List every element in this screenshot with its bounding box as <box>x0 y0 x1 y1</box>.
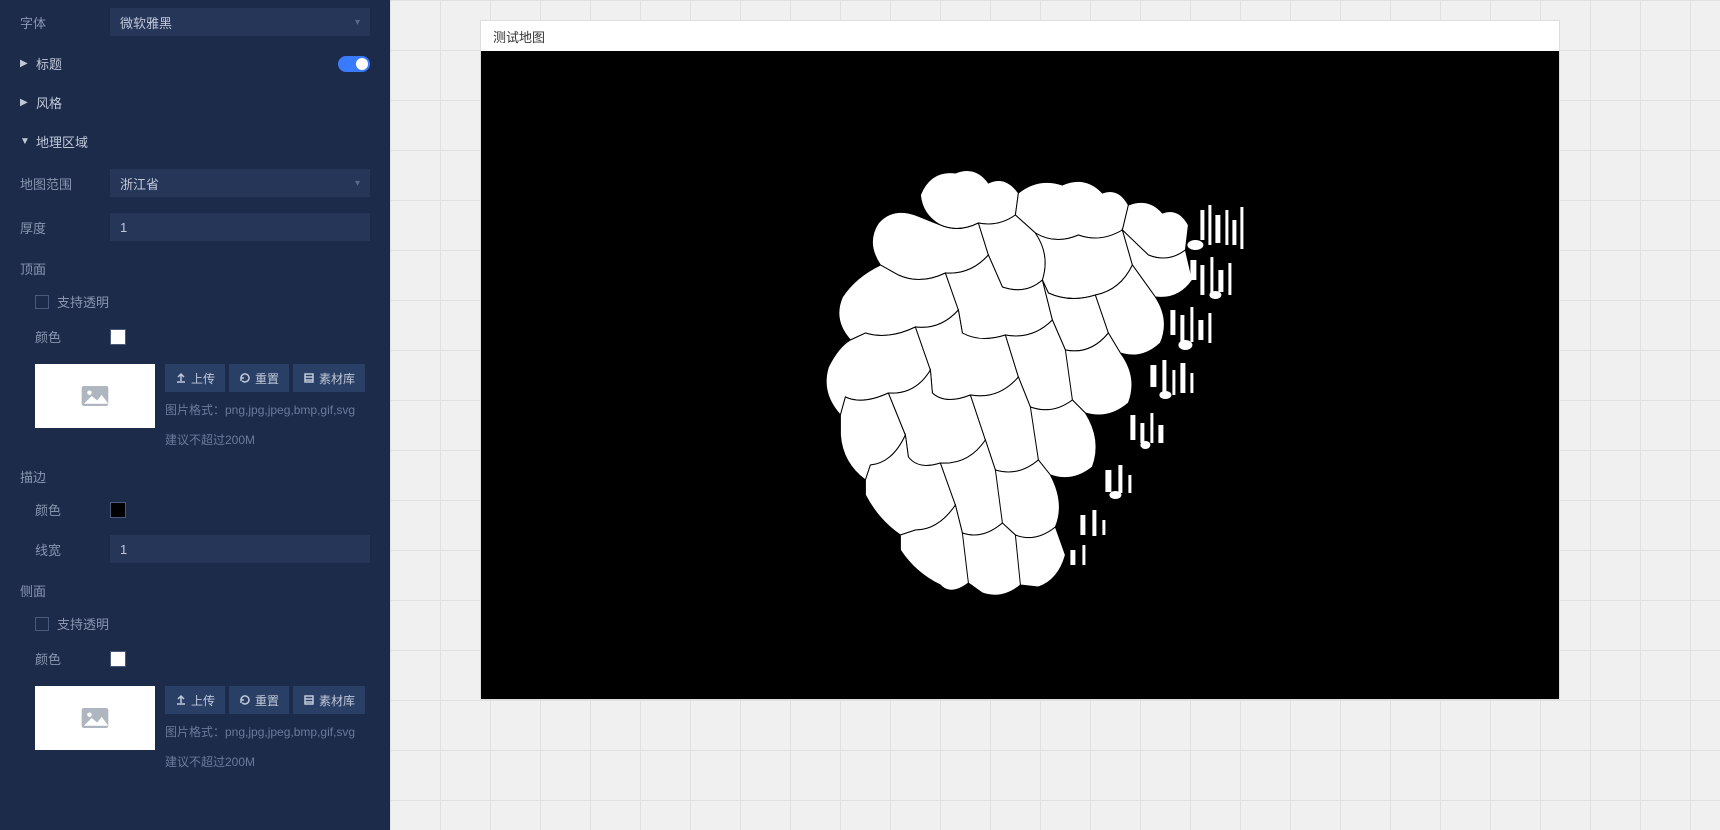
side-color-row: 颜色 <box>20 641 370 676</box>
side-transparent-checkbox[interactable] <box>35 617 49 631</box>
line-width-row: 线宽 <box>20 527 370 571</box>
reset-btn-label: 重置 <box>255 370 279 387</box>
stroke-color-swatch[interactable] <box>110 502 126 518</box>
library-icon <box>303 372 315 384</box>
side-hint1: 图片格式：png,jpg,jpeg,bmp,gif,svg <box>165 714 370 744</box>
top-face-label: 顶面 <box>20 249 370 284</box>
upload-btn-label: 上传 <box>191 692 215 709</box>
font-row: 字体 微软雅黑 ▾ <box>20 0 370 44</box>
triangle-down-icon: ▼ <box>20 136 36 147</box>
upload-btn-label: 上传 <box>191 370 215 387</box>
font-label: 字体 <box>20 13 110 32</box>
top-upload-right: 上传 重置 素材库 图片格式：png,jpg,jpeg,bmp,gif,svg … <box>165 364 370 451</box>
map-panel[interactable]: 测试地图 <box>480 20 1560 700</box>
map-title: 测试地图 <box>481 21 1559 51</box>
thickness-row: 厚度 <box>20 205 370 249</box>
geo-section-label: 地理区域 <box>36 132 370 151</box>
library-icon <box>303 694 315 706</box>
side-btn-row: 上传 重置 素材库 <box>165 686 370 714</box>
map-range-select[interactable]: 浙江省 ▾ <box>110 169 370 197</box>
zhejiang-map-icon <box>770 115 1290 635</box>
side-transparent-label: 支持透明 <box>57 614 109 633</box>
top-upload-button[interactable]: 上传 <box>165 364 225 392</box>
map-range-row: 地图范围 浙江省 ▾ <box>20 161 370 205</box>
side-transparent-row: 支持透明 <box>20 606 370 641</box>
top-library-button[interactable]: 素材库 <box>293 364 365 392</box>
font-value: 微软雅黑 <box>120 13 172 32</box>
top-reset-button[interactable]: 重置 <box>229 364 289 392</box>
stroke-section-label: 描边 <box>20 457 370 492</box>
chevron-down-icon: ▾ <box>355 17 360 28</box>
image-placeholder-icon <box>81 386 109 406</box>
side-color-label: 颜色 <box>20 649 110 668</box>
top-color-label: 颜色 <box>20 327 110 346</box>
thickness-input[interactable] <box>110 213 370 241</box>
font-select[interactable]: 微软雅黑 ▾ <box>110 8 370 36</box>
side-upload-block: 上传 重置 素材库 图片格式：png,jpg,jpeg,bmp,gif,svg … <box>20 676 370 779</box>
geo-section-header[interactable]: ▼ 地理区域 <box>20 122 370 161</box>
stroke-color-row: 颜色 <box>20 492 370 527</box>
chevron-down-icon: ▾ <box>355 178 360 189</box>
top-color-row: 颜色 <box>20 319 370 354</box>
top-upload-block: 上传 重置 素材库 图片格式：png,jpg,jpeg,bmp,gif,svg … <box>20 354 370 457</box>
library-btn-label: 素材库 <box>319 692 355 709</box>
top-transparent-label: 支持透明 <box>57 292 109 311</box>
line-width-input[interactable] <box>110 535 370 563</box>
reset-btn-label: 重置 <box>255 692 279 709</box>
map-body <box>481 51 1559 699</box>
top-color-swatch[interactable] <box>110 329 126 345</box>
line-width-label: 线宽 <box>20 540 110 559</box>
canvas-area[interactable]: 测试地图 <box>390 0 1720 830</box>
side-upload-right: 上传 重置 素材库 图片格式：png,jpg,jpeg,bmp,gif,svg … <box>165 686 370 773</box>
property-sidebar: 字体 微软雅黑 ▾ ▶ 标题 ▶ 风格 ▼ 地理区域 地图范围 浙江省 ▾ 厚度… <box>0 0 390 830</box>
style-section-label: 风格 <box>36 93 370 112</box>
thickness-label: 厚度 <box>20 218 110 237</box>
side-library-button[interactable]: 素材库 <box>293 686 365 714</box>
side-hint2: 建议不超过200M <box>165 744 370 774</box>
style-section-header[interactable]: ▶ 风格 <box>20 83 370 122</box>
map-range-label: 地图范围 <box>20 174 110 193</box>
top-btn-row: 上传 重置 素材库 <box>165 364 370 392</box>
top-transparent-row: 支持透明 <box>20 284 370 319</box>
image-placeholder-icon <box>81 708 109 728</box>
triangle-right-icon: ▶ <box>20 97 36 108</box>
title-toggle[interactable] <box>338 56 370 72</box>
top-transparent-checkbox[interactable] <box>35 295 49 309</box>
upload-icon <box>175 372 187 384</box>
reset-icon <box>239 372 251 384</box>
top-hint2: 建议不超过200M <box>165 422 370 452</box>
top-hint1: 图片格式：png,jpg,jpeg,bmp,gif,svg <box>165 392 370 422</box>
side-color-swatch[interactable] <box>110 651 126 667</box>
side-face-label: 侧面 <box>20 571 370 606</box>
library-btn-label: 素材库 <box>319 370 355 387</box>
map-range-value: 浙江省 <box>120 174 159 193</box>
title-section-header[interactable]: ▶ 标题 <box>20 44 370 83</box>
top-image-thumb[interactable] <box>35 364 155 428</box>
triangle-right-icon: ▶ <box>20 58 36 69</box>
side-reset-button[interactable]: 重置 <box>229 686 289 714</box>
title-section-label: 标题 <box>36 54 338 73</box>
upload-icon <box>175 694 187 706</box>
side-image-thumb[interactable] <box>35 686 155 750</box>
reset-icon <box>239 694 251 706</box>
stroke-color-label: 颜色 <box>20 500 110 519</box>
side-upload-button[interactable]: 上传 <box>165 686 225 714</box>
